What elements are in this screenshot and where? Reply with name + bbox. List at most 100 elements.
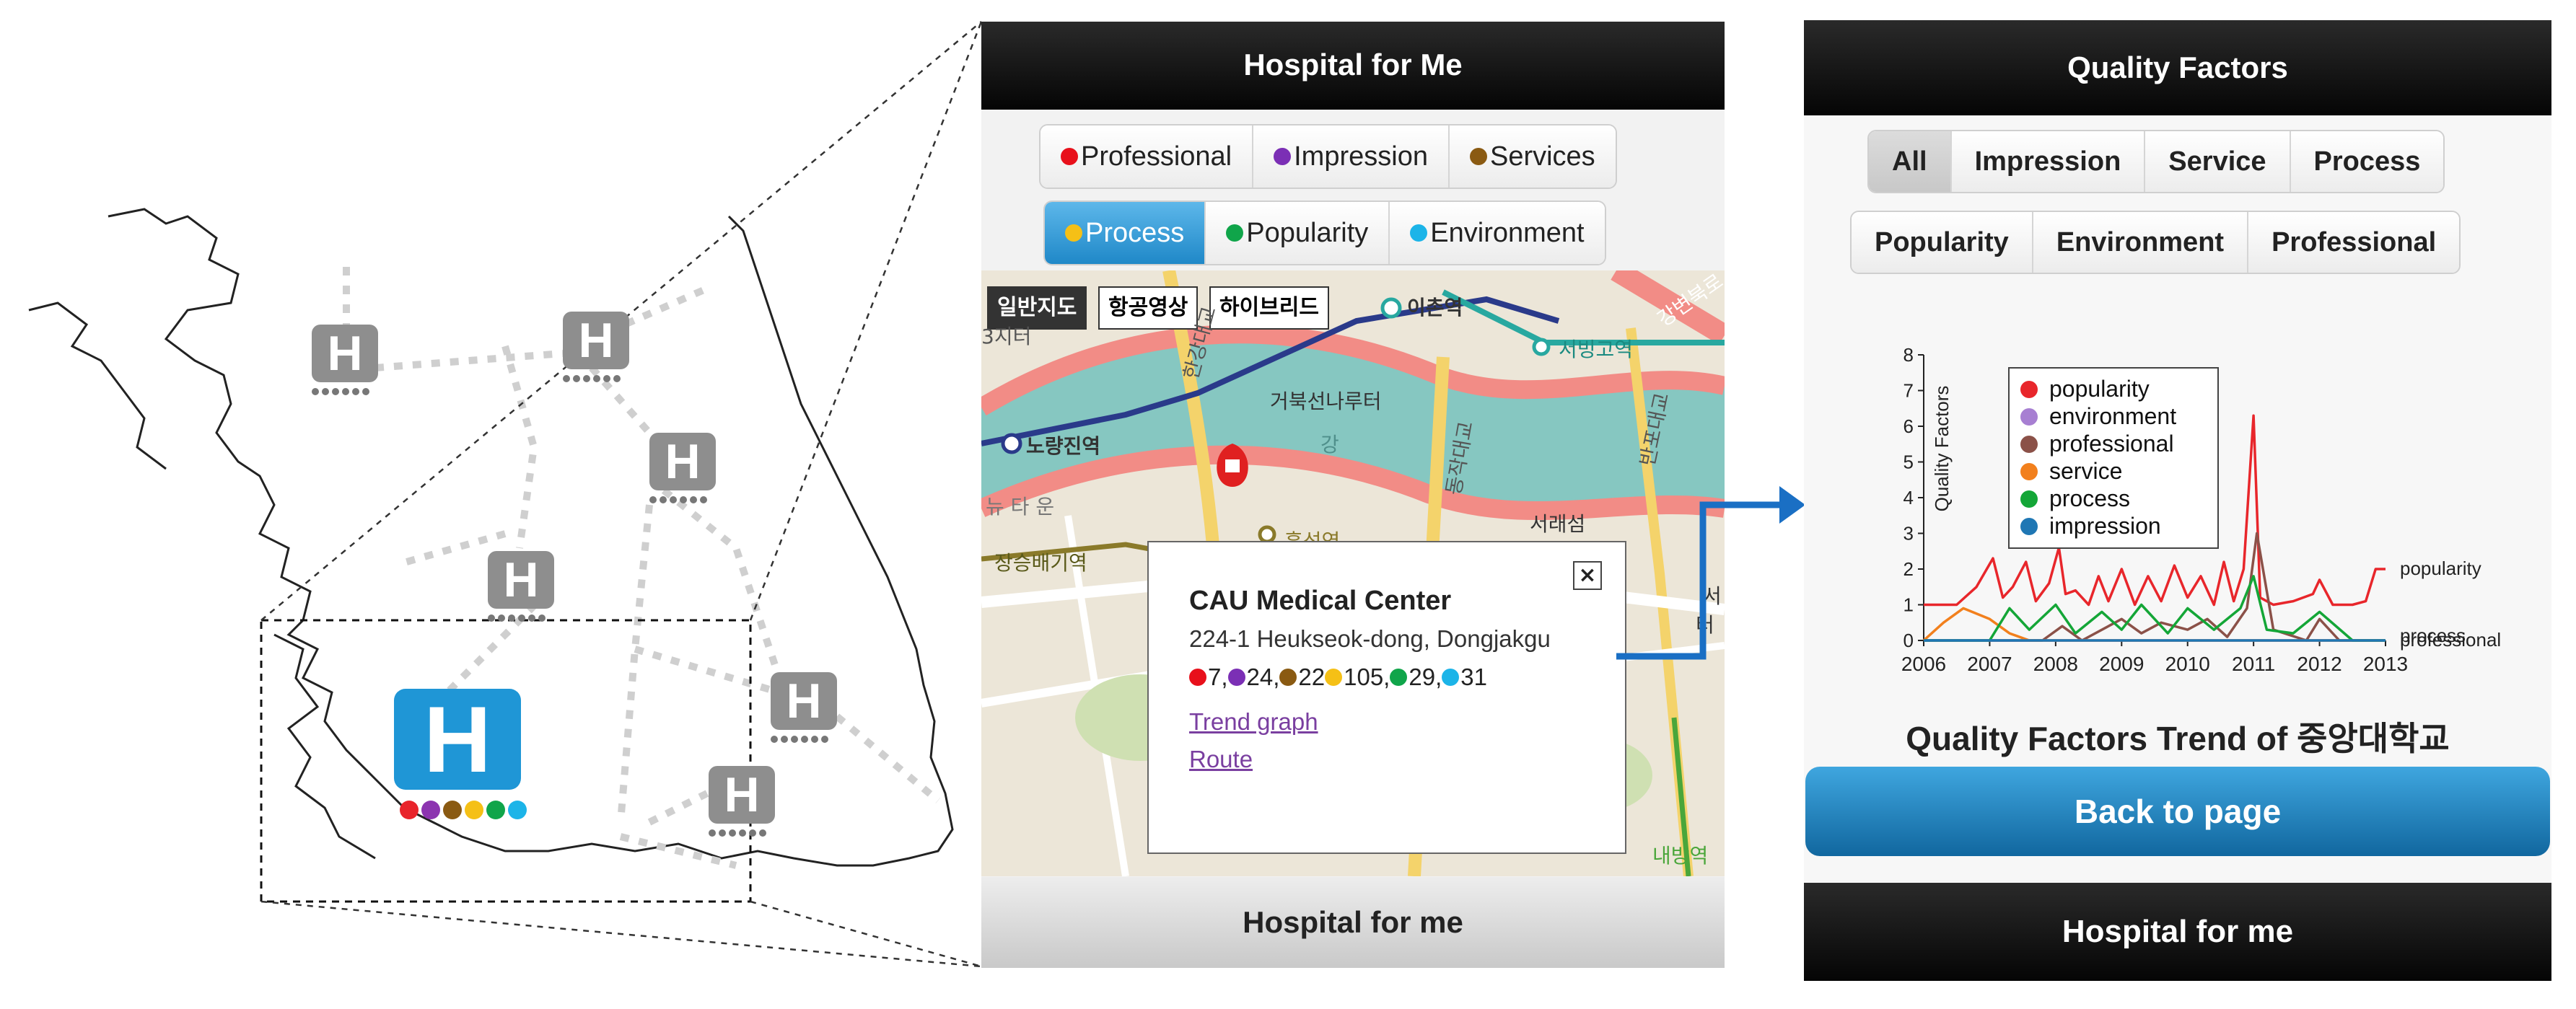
- hospital-scores: 7, 24, 22 105, 29, 31: [1189, 664, 1487, 691]
- route-link[interactable]: Route: [1189, 746, 1253, 773]
- map-label: 서래섬: [1530, 512, 1586, 536]
- legend-marker: [2020, 518, 2038, 535]
- filter-label: Professional: [1081, 141, 1232, 172]
- quality-trend-chart: 0 1 2 3 4 5 6 7 8 2006 2007 2008 2009 2010 2011 2012 201…: [1901, 344, 2501, 675]
- filter-professional-button[interactable]: Professional: [1041, 125, 1253, 188]
- series-end-label: popularity: [2400, 558, 2481, 579]
- legend-label: professional: [2049, 431, 2174, 457]
- tab-service[interactable]: Service: [2144, 131, 2290, 192]
- hospital-marker[interactable]: H: [771, 672, 837, 730]
- hospital-name: CAU Medical Center: [1189, 586, 1452, 616]
- filter-label: Process: [1085, 218, 1185, 248]
- legend-label: impression: [2049, 513, 2161, 539]
- tab-popularity[interactable]: Popularity: [1852, 212, 2032, 273]
- map-label: 3지터: [981, 325, 1032, 348]
- map-label: 노량진역: [1026, 434, 1101, 458]
- y-tick-label: 4: [1903, 487, 1914, 508]
- category-dot: [508, 801, 527, 819]
- map-label: 서빙고역: [1559, 338, 1634, 361]
- hospital-address: 224-1 Heukseok-dong, Dongjakgu: [1189, 625, 1551, 652]
- map-label: 거북선나루터: [1270, 389, 1382, 413]
- screen2-header: Quality Factors: [1804, 20, 2551, 115]
- filter-process-button[interactable]: Process: [1045, 202, 1205, 264]
- category-dot-icon: [1065, 224, 1082, 242]
- category-dot: [443, 801, 462, 819]
- score-value: 7,: [1208, 664, 1228, 690]
- x-tick-label: 2012: [2297, 653, 2341, 675]
- score-dot-icon: [1227, 669, 1245, 686]
- score-value: 31: [1460, 664, 1487, 690]
- hospital-map-screen: Hospital for Me Professional Impression Se…: [981, 22, 1725, 968]
- filter-environment-button[interactable]: Environment: [1388, 202, 1605, 264]
- y-tick-label: 0: [1903, 630, 1914, 651]
- marker-score-dots: [771, 736, 828, 743]
- hospital-info-popup: × CAU Medical Center 224-1 Heukseok-dong…: [1147, 541, 1626, 854]
- hospital-marker[interactable]: H: [563, 312, 629, 369]
- category-dot: [421, 801, 440, 819]
- filter-row-1: Professional Impression Services: [1039, 124, 1617, 189]
- legend-label: service: [2049, 458, 2122, 484]
- tab-all[interactable]: All: [1869, 131, 1950, 192]
- selected-hospital-marker[interactable]: H: [394, 689, 521, 790]
- tab-impression[interactable]: Impression: [1950, 131, 2145, 192]
- hospital-marker[interactable]: H: [488, 551, 554, 609]
- legend-marker: [2020, 381, 2038, 398]
- series-end-label: professional: [2400, 629, 2501, 651]
- marker-score-dots: [563, 375, 621, 382]
- chart-caption: Quality Factors Trend of 중앙대학교: [1906, 720, 2450, 757]
- category-dot-icon: [1274, 148, 1292, 165]
- hospital-marker[interactable]: H: [312, 325, 378, 382]
- y-tick-label: 3: [1903, 523, 1914, 545]
- y-tick-label: 7: [1903, 380, 1914, 402]
- filter-label: Services: [1489, 141, 1595, 172]
- map-tab-aerial[interactable]: 항공영상: [1098, 286, 1199, 330]
- tab-professional[interactable]: Professional: [2247, 212, 2460, 273]
- tab-process[interactable]: Process: [2289, 131, 2444, 192]
- trend-graph-link[interactable]: Trend graph: [1189, 708, 1318, 736]
- map-label: 이촌역: [1407, 296, 1463, 320]
- score-dot-icon: [1390, 669, 1408, 686]
- map-tab-hybrid[interactable]: 하이브리드: [1209, 286, 1329, 330]
- x-tick-label: 2011: [2232, 653, 2275, 675]
- filter-row-2: Process Popularity Environment: [1043, 201, 1606, 265]
- filter-impression-button[interactable]: Impression: [1252, 125, 1448, 188]
- factor-tabs-row-2: Popularity Environment Professional: [1850, 211, 2461, 274]
- screen2-footer: Hospital for me: [1804, 883, 2551, 981]
- hospital-marker[interactable]: H: [709, 766, 775, 824]
- legend-label: popularity: [2049, 376, 2150, 402]
- korea-coastline: [28, 21, 981, 968]
- category-dot: [465, 801, 483, 819]
- marker-score-dots: [312, 388, 369, 395]
- factor-tabs-row-1: All Impression Service Process: [1867, 130, 2445, 193]
- score-dot-icon: [1325, 669, 1343, 686]
- map-label: 내방역: [1652, 844, 1709, 868]
- y-tick-label: 6: [1903, 415, 1914, 437]
- close-icon[interactable]: ×: [1573, 561, 1602, 590]
- x-tick-label: 2008: [2033, 653, 2078, 675]
- category-dot-icon: [1226, 224, 1244, 242]
- x-tick-label: 2013: [2363, 653, 2408, 675]
- map-label: 강: [1320, 433, 1339, 457]
- marker-score-dots: [649, 496, 707, 503]
- x-tick-label: 2010: [2165, 653, 2210, 675]
- x-tick-label: 2007: [1967, 653, 2012, 675]
- back-to-page-button[interactable]: Back to page: [1805, 767, 2550, 856]
- y-tick-label: 8: [1903, 344, 1914, 366]
- legend-marker: [2020, 408, 2038, 426]
- score-dot-icon: [1442, 669, 1460, 686]
- filter-label: Popularity: [1246, 218, 1369, 248]
- category-dot: [486, 801, 505, 819]
- score-value: 29,: [1409, 664, 1442, 690]
- map-label: 뉴 타 운: [986, 495, 1055, 519]
- score-dot-icon: [1279, 669, 1297, 686]
- marker-score-dots: [709, 829, 766, 837]
- hospital-marker[interactable]: H: [649, 433, 716, 490]
- y-tick-label: 2: [1903, 558, 1914, 580]
- category-dot: [400, 801, 419, 819]
- filter-popularity-button[interactable]: Popularity: [1204, 202, 1389, 264]
- tab-environment[interactable]: Environment: [2031, 212, 2248, 273]
- marker-score-dots: [488, 614, 546, 622]
- overview-map: H H H H H H H: [0, 0, 981, 1009]
- filter-services-button[interactable]: Services: [1447, 125, 1616, 188]
- category-dot-icon: [1061, 148, 1078, 165]
